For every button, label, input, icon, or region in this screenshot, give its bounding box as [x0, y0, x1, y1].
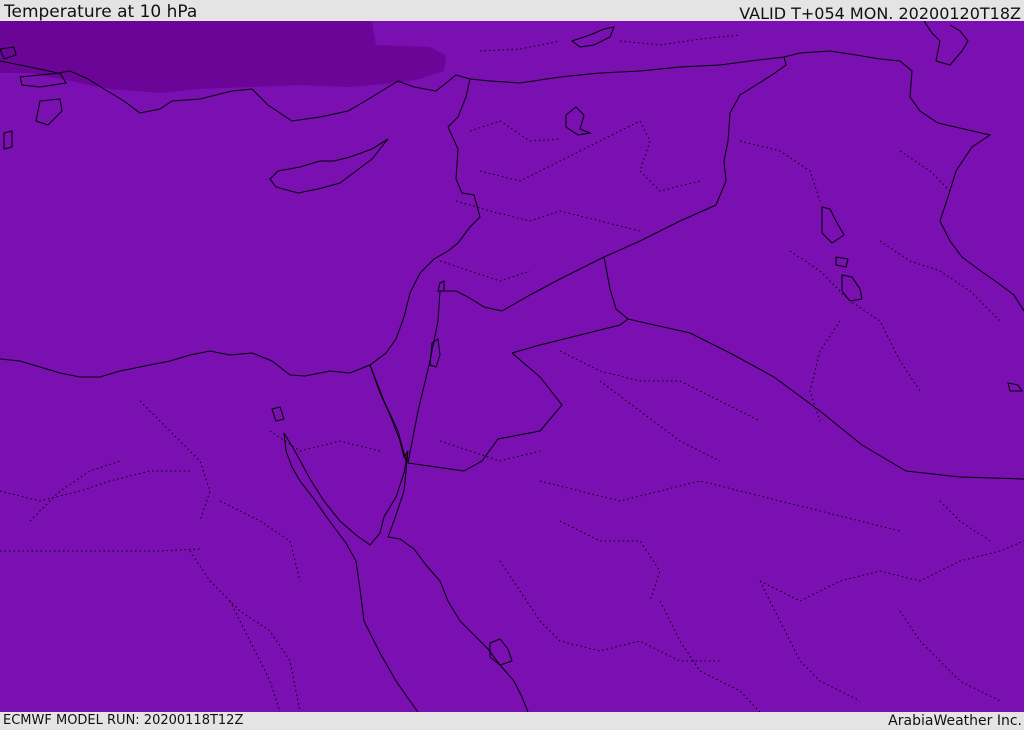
model-run-label: ECMWF MODEL RUN: 20200118T12Z — [3, 713, 244, 728]
temperature-field — [0, 21, 1024, 712]
valid-time-label: VALID T+054 MON. 20200120T18Z — [739, 4, 1021, 23]
header-bar: Temperature at 10 hPa VALID T+054 MON. 2… — [0, 0, 1024, 23]
footer-bar: ECMWF MODEL RUN: 20200118T12Z ArabiaWeat… — [0, 712, 1024, 729]
map-canvas — [0, 21, 1024, 712]
credit-label: ArabiaWeather Inc. — [888, 713, 1022, 729]
weather-map[interactable] — [0, 21, 1024, 712]
chart-title: Temperature at 10 hPa — [4, 2, 198, 22]
